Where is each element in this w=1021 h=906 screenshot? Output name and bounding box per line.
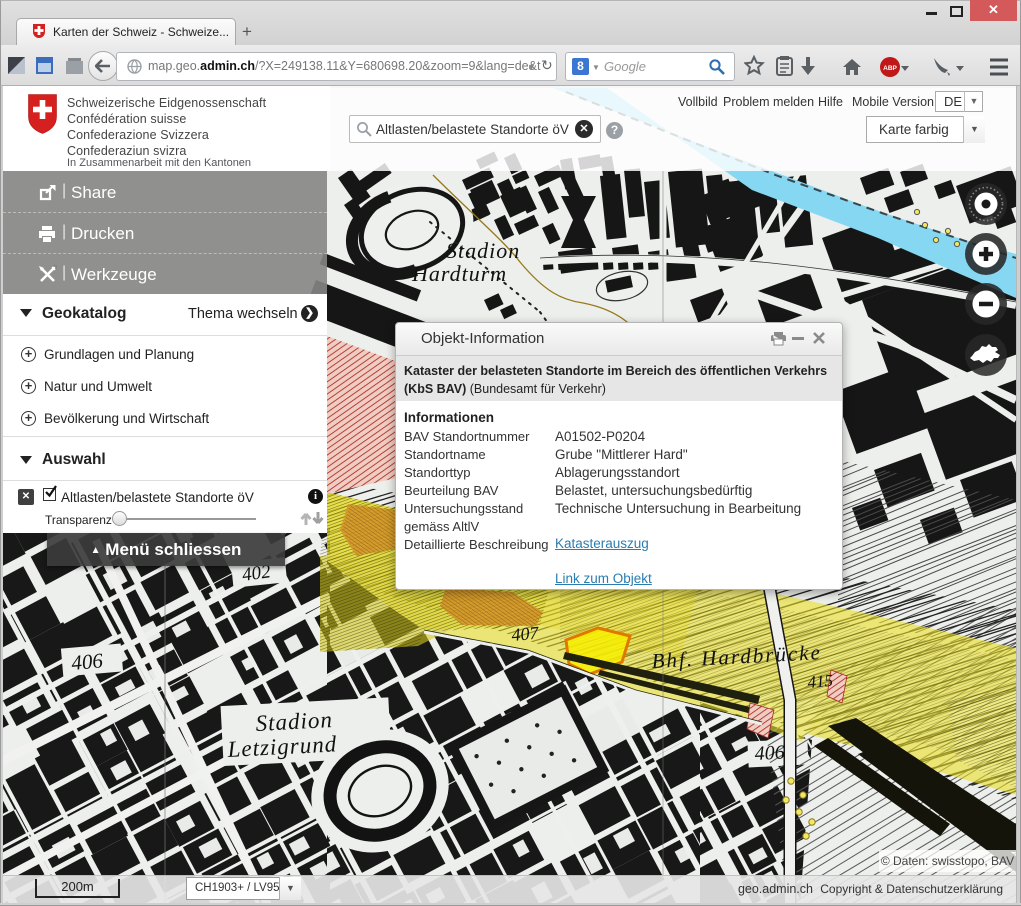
svg-text:ABP: ABP: [883, 65, 897, 72]
svg-text:406: 406: [754, 741, 785, 765]
svg-text:415: 415: [807, 671, 834, 692]
svg-text:406: 406: [70, 648, 104, 675]
svg-text:407: 407: [511, 623, 541, 645]
svg-text:Stadion: Stadion: [446, 238, 520, 263]
svg-text:Hardturm: Hardturm: [411, 261, 507, 286]
